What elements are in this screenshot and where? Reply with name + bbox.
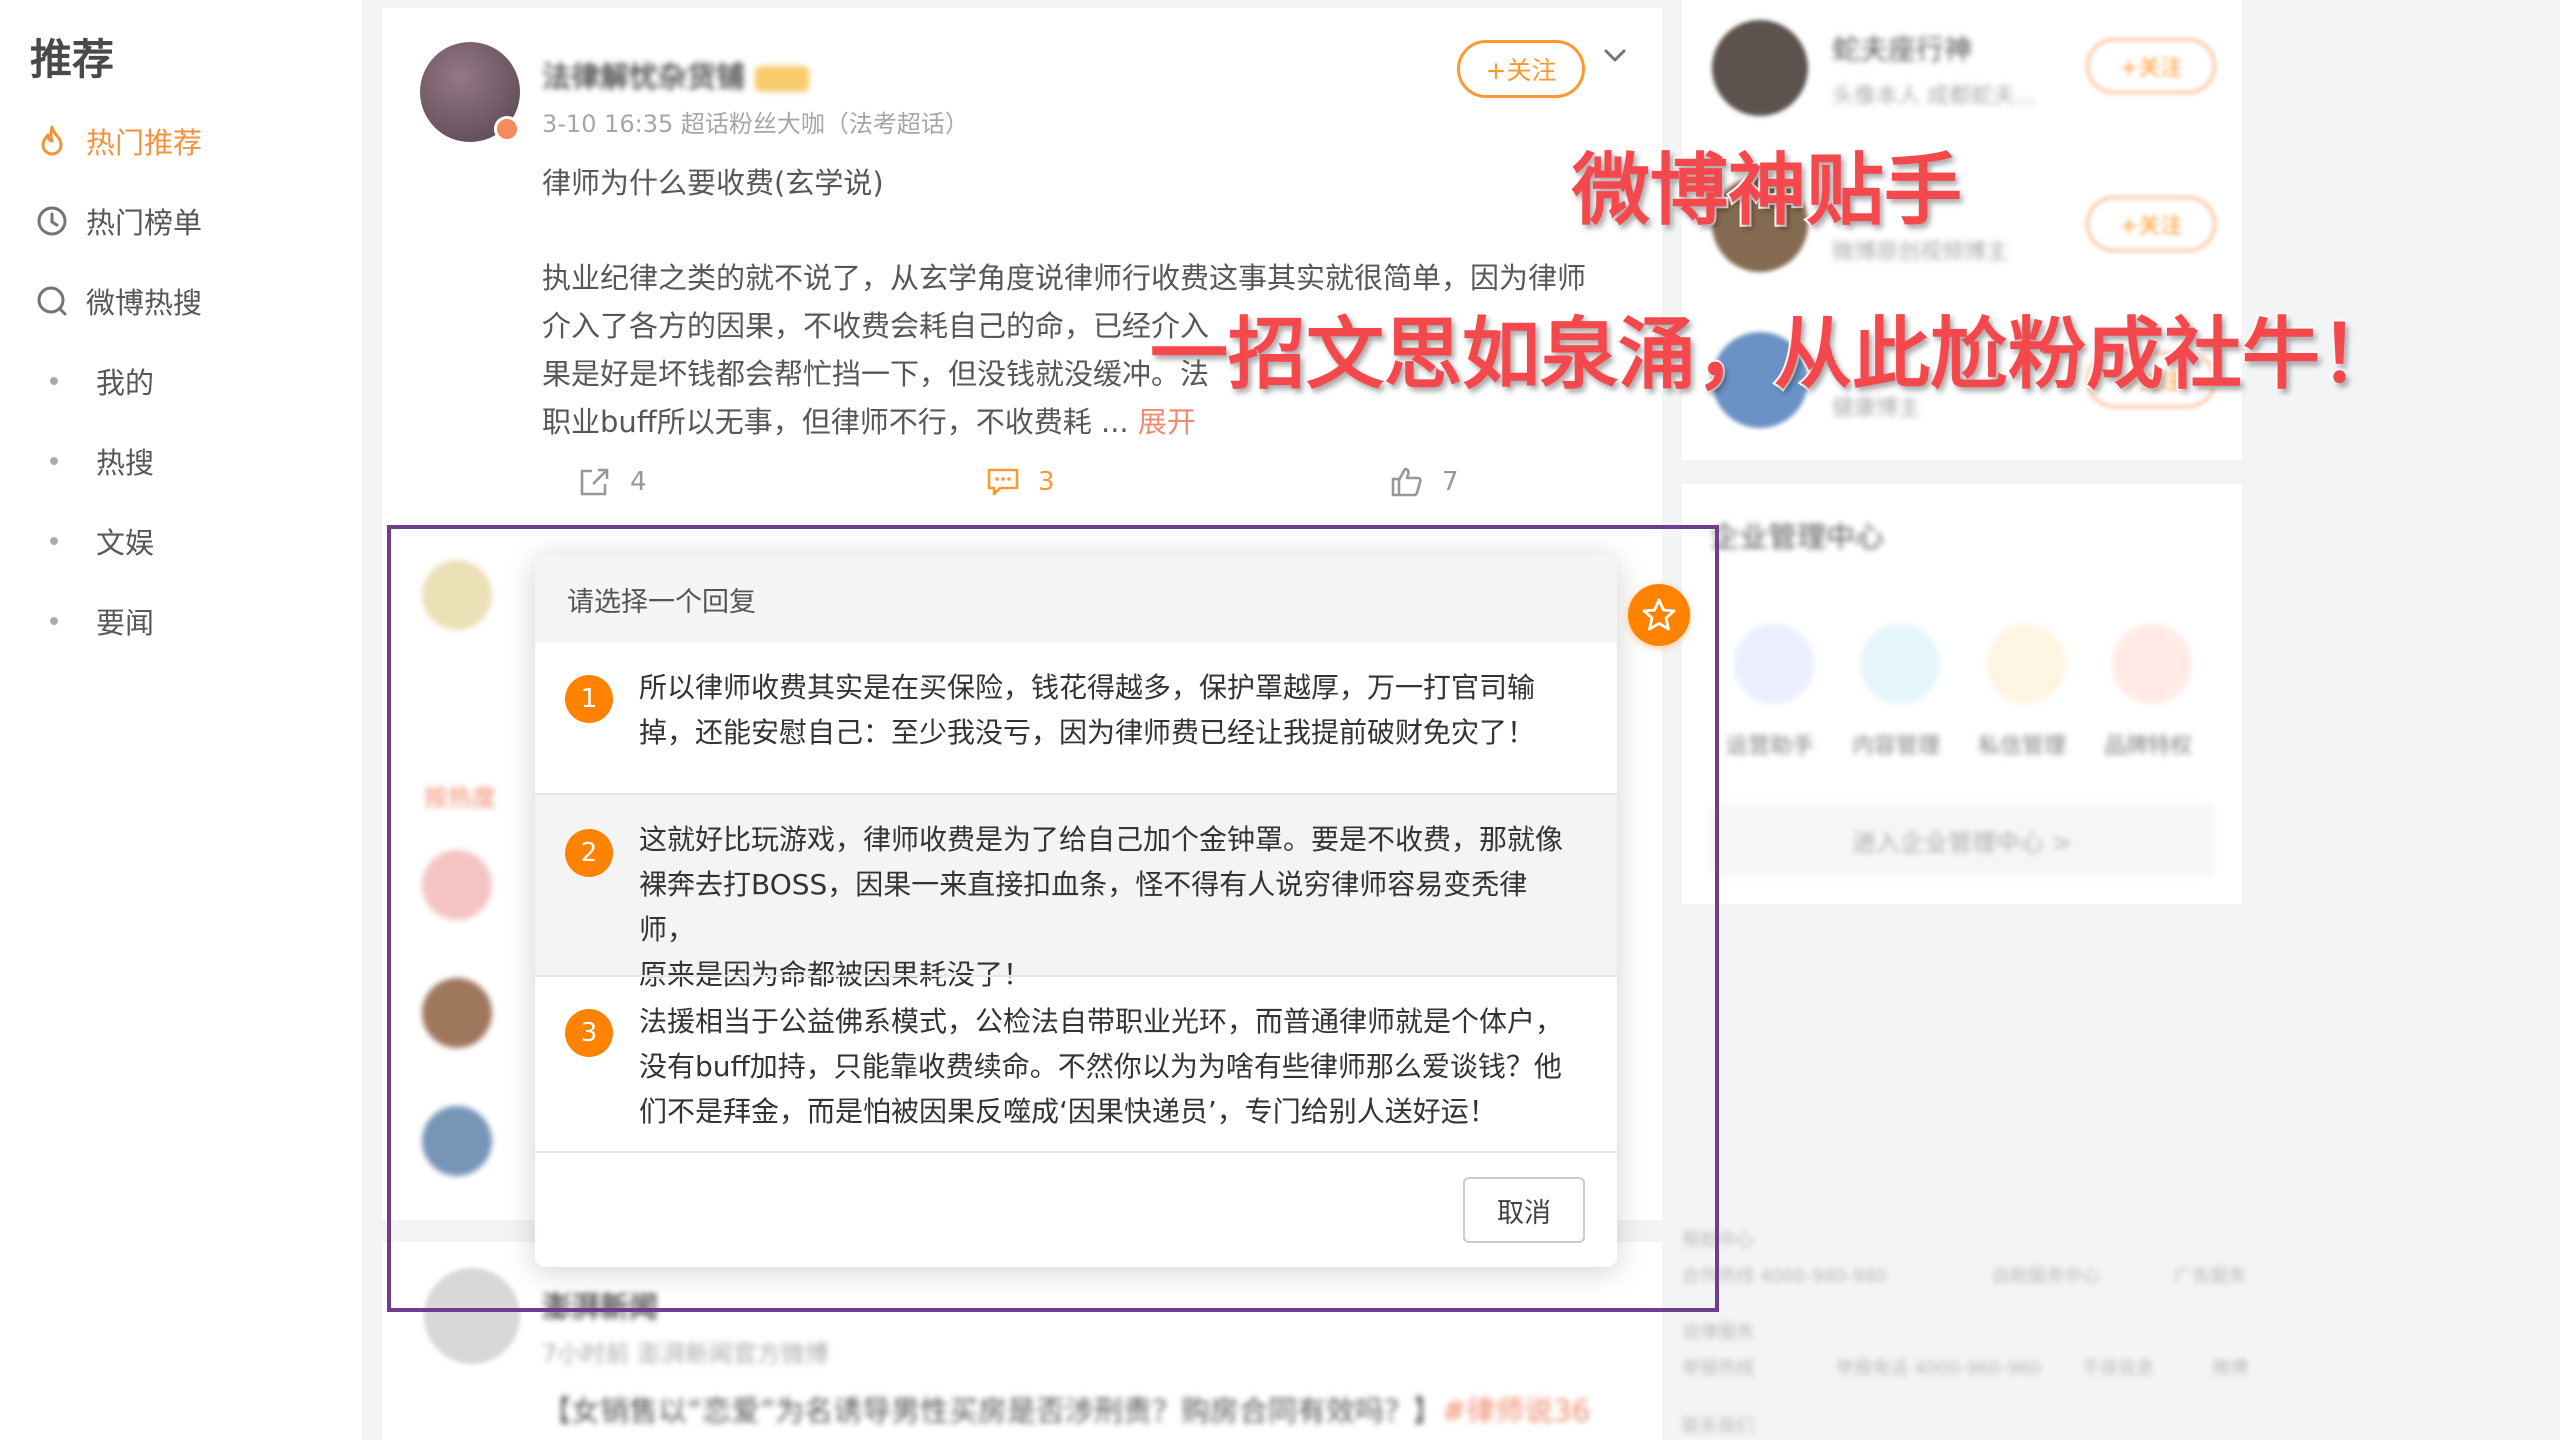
- option-text: 法援相当于公益佛系模式，公检法自带职业光环，而普通律师就是个体户， 没有buff…: [639, 999, 1579, 1134]
- bullet-dot: [50, 457, 58, 465]
- share-action[interactable]: 4: [578, 466, 647, 498]
- reply-option-2[interactable]: 2 这就好比玩游戏，律师收费是为了给自己加个金钟罩。要是不收费，那就像 裸奔去打…: [535, 795, 1617, 991]
- follow-button[interactable]: +关注: [2086, 38, 2216, 94]
- cancel-button[interactable]: 取消: [1463, 1177, 1585, 1243]
- tool-label: 内容管理: [1852, 734, 1941, 759]
- sidebar-item-hot-list[interactable]: 热门榜单: [34, 198, 202, 244]
- sidebar-item-label: 热门榜单: [86, 206, 203, 240]
- user-avatar[interactable]: [1712, 20, 1808, 116]
- star-icon[interactable]: [1628, 584, 1690, 646]
- sidebar-item-label: 文娱: [96, 526, 155, 560]
- comment-icon: [986, 466, 1020, 498]
- verified-badge: [494, 116, 520, 142]
- post-title: 律师为什么要收费(玄学说): [542, 166, 884, 200]
- footer-link[interactable]: 举报热线: [1682, 1354, 1754, 1380]
- option-text: 这就好比玩游戏，律师收费是为了给自己加个金钟罩。要是不收费，那就像 裸奔去打BO…: [639, 817, 1579, 997]
- sidebar-item-label: 微博热搜: [86, 286, 203, 320]
- brand-icon[interactable]: [2112, 624, 2192, 704]
- sidebar-item-hot-search[interactable]: 热搜: [34, 438, 154, 484]
- sidebar-item-label: 我的: [96, 366, 155, 400]
- sidebar-item-mine[interactable]: 我的: [34, 358, 154, 404]
- post2-body-text: 【女销售以“恋爱”为名诱导男性买房是否涉刑责？购房合同有效吗？】: [542, 1394, 1443, 1428]
- comment-count: 3: [1038, 467, 1055, 497]
- sidebar-item-label: 要闻: [96, 606, 155, 640]
- reply-picker-dialog: 请选择一个回复 1 所以律师收费其实是在买保险，钱花得越多，保护罩越厚，万一打官…: [535, 555, 1617, 1267]
- footer-link[interactable]: 微博: [2212, 1354, 2248, 1380]
- content-icon[interactable]: [1860, 624, 1940, 704]
- footer-link[interactable]: 自律服务: [1682, 1318, 1754, 1344]
- tool-label: 运营助手: [1726, 734, 1815, 759]
- reply-option-1[interactable]: 1 所以律师收费其实是在买保险，钱花得越多，保护罩越厚，万一打官司输 掉，还能安…: [535, 643, 1617, 793]
- follow-button[interactable]: +关注: [1457, 40, 1585, 98]
- option-number: 3: [565, 1009, 613, 1057]
- message-icon[interactable]: [1986, 624, 2066, 704]
- author-name[interactable]: 法律解忧杂货铺: [542, 60, 745, 94]
- footer-link[interactable]: 举报电话 4000-960-960: [1836, 1354, 2041, 1380]
- like-count: 7: [1442, 467, 1459, 497]
- user-name[interactable]: 蛇夫座行神: [1832, 28, 1972, 68]
- post-line-text: 职业buff所以无事，但律师不行，不收费耗 ...: [542, 405, 1129, 439]
- sidebar-item-hot-recommend[interactable]: 热门推荐: [34, 118, 202, 164]
- sidebar-item-label: 热门推荐: [86, 126, 203, 160]
- footer-link[interactable]: 广告服务: [2174, 1262, 2246, 1288]
- enter-enterprise-button[interactable]: 进入企业管理中心 >: [1710, 804, 2214, 876]
- follow-button[interactable]: +关注: [2086, 196, 2216, 252]
- sidebar-item-label: 热搜: [96, 446, 155, 480]
- post-meta: 3-10 16:35 超话粉丝大咖（法考超话）: [542, 110, 969, 138]
- option-line: 们不是拜金，而是怕被因果反噬成‘因果快递员’，专门给别人送好运！: [639, 1095, 1497, 1128]
- reply-option-3[interactable]: 3 法援相当于公益佛系模式，公检法自带职业光环，而普通律师就是个体户， 没有bu…: [535, 977, 1617, 1157]
- chevron-down-icon[interactable]: [1595, 36, 1635, 76]
- post-line: 职业buff所以无事，但律师不行，不收费耗 ... 展开: [542, 398, 1632, 446]
- search-icon: [34, 283, 70, 319]
- share-icon: [578, 466, 612, 498]
- promo-headline: 微博神贴手: [1570, 144, 1964, 238]
- footer-link[interactable]: 不良信息: [2082, 1354, 2154, 1380]
- option-number: 2: [565, 829, 613, 877]
- sidebar-item-entertainment[interactable]: 文娱: [34, 518, 154, 564]
- flame-icon: [34, 123, 70, 159]
- enterprise-center-card: 企业管理中心 运营助手 内容管理 私信管理 品牌特权 进入企业管理中心 >: [1682, 484, 2242, 904]
- option-line: 所以律师收费其实是在买保险，钱花得越多，保护罩越厚，万一打官司输: [639, 671, 1536, 704]
- thumbs-up-icon: [1390, 466, 1424, 498]
- tool-label: 品牌特权: [2104, 734, 2193, 759]
- like-action[interactable]: 7: [1390, 466, 1459, 498]
- post-author[interactable]: 法律解忧杂货铺: [542, 54, 810, 96]
- sidebar-item-weibo-hot-search[interactable]: 微博热搜: [34, 278, 202, 324]
- option-number: 1: [565, 675, 613, 723]
- option-line: 裸奔去打BOSS，因果一来直接扣血条，怪不得有人说穷律师容易变秃律师，: [639, 868, 1528, 946]
- share-count: 4: [630, 467, 647, 497]
- option-line: 法援相当于公益佛系模式，公检法自带职业光环，而普通律师就是个体户，: [639, 1005, 1564, 1038]
- promo-tagline: 一招文思如泉涌，从此尬粉成社牛！: [1148, 308, 2400, 402]
- footer-link[interactable]: 联系我们: [1682, 1412, 1754, 1438]
- divider: [535, 1151, 1617, 1153]
- expand-link[interactable]: 展开: [1138, 405, 1196, 439]
- crown-icon: [755, 66, 810, 92]
- enterprise-title: 企业管理中心: [1710, 520, 1885, 554]
- sidebar-title: 推荐: [30, 35, 115, 84]
- hashtag-link[interactable]: #律师说36: [1442, 1394, 1590, 1428]
- clock-icon: [34, 203, 70, 239]
- user-desc: 头像本人 成都蛇夫...: [1832, 84, 2036, 109]
- option-line: 没有buff加持，只能靠收费续命。不然你以为为啥有些律师那么爱谈钱？他: [639, 1050, 1562, 1083]
- left-sidebar: 推荐 热门推荐 热门榜单 微博热搜 我的 热搜 文娱 要闻: [0, 0, 362, 1440]
- dialog-header: 请选择一个回复: [535, 555, 1617, 643]
- post2-meta: 7小时前 澎湃新闻官方微博: [542, 1340, 829, 1368]
- tool-label: 私信管理: [1978, 734, 2067, 759]
- sidebar-item-news[interactable]: 要闻: [34, 598, 154, 644]
- option-text: 所以律师收费其实是在买保险，钱花得越多，保护罩越厚，万一打官司输 掉，还能安慰自…: [639, 665, 1579, 755]
- operations-icon[interactable]: [1734, 624, 1814, 704]
- option-line: 掉，还能安慰自己：至少我没亏，因为律师费已经让我提前破财免灾了！: [639, 716, 1536, 749]
- comment-action[interactable]: 3: [986, 466, 1055, 498]
- bullet-dot: [50, 617, 58, 625]
- footer-link[interactable]: 自助服务中心: [1992, 1262, 2100, 1288]
- option-line: 这就好比玩游戏，律师收费是为了给自己加个金钟罩。要是不收费，那就像: [639, 823, 1564, 856]
- post2-body: 【女销售以“恋爱”为名诱导男性买房是否涉刑责？购房合同有效吗？】#律师说36: [542, 1388, 1590, 1430]
- bullet-dot: [50, 377, 58, 385]
- bullet-dot: [50, 537, 58, 545]
